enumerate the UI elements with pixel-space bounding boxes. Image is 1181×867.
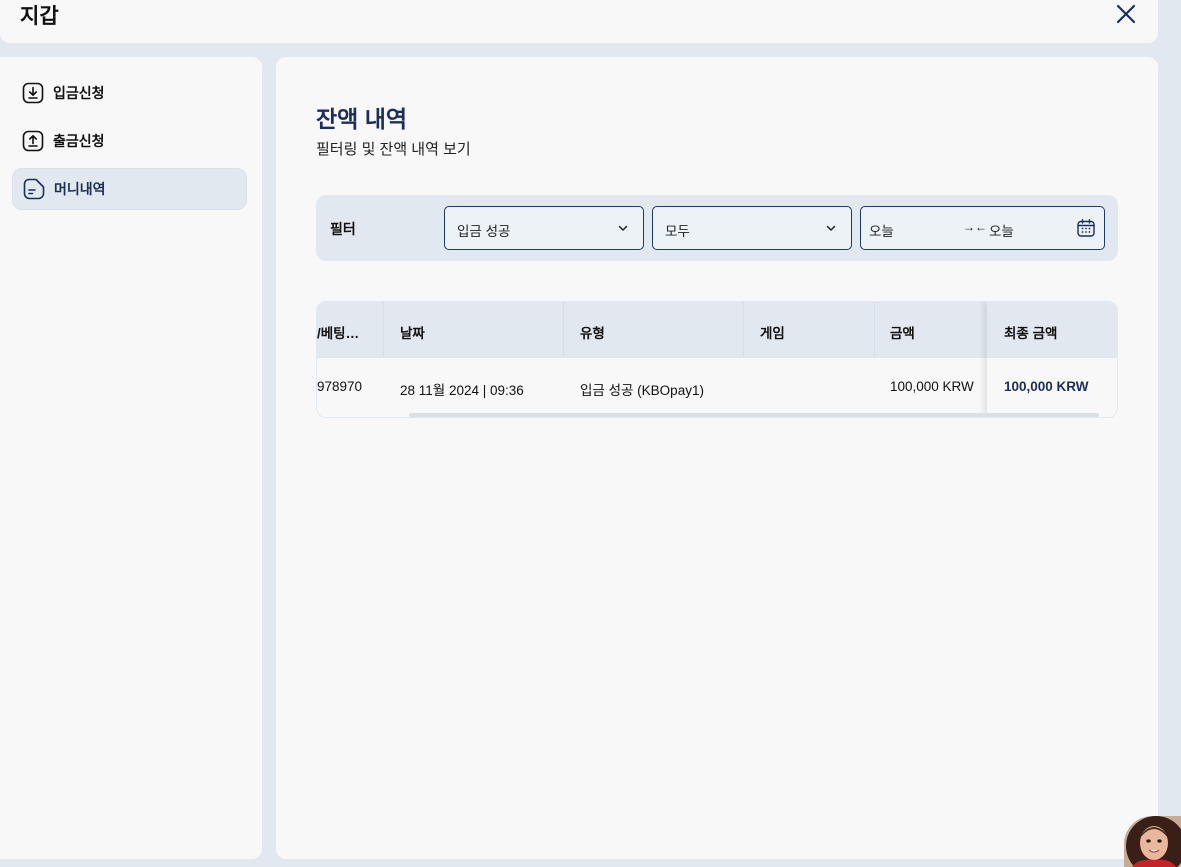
sidebar-item-label: 머니내역	[54, 181, 106, 197]
sidebar-item-label: 출금신청	[53, 133, 105, 149]
main-panel: 잔액 내역 필터링 및 잔액 내역 보기 필터 입금 성공 모두 오늘 →← 오…	[276, 57, 1158, 859]
final-amount-column: 최종 금액 100,000 KRW	[987, 302, 1117, 417]
title-bar: 지갑	[0, 0, 1158, 43]
table-cell-type: 입금 성공 (KBOpay1)	[580, 383, 704, 398]
calendar-icon[interactable]	[1076, 218, 1096, 238]
upload-icon	[22, 130, 44, 152]
table-cell-amount: 100,000 KRW	[890, 379, 974, 394]
column-header-game[interactable]: 게임	[760, 322, 785, 342]
column-separator	[563, 302, 564, 358]
filter-bar: 필터 입금 성공 모두 오늘 →← 오늘	[316, 195, 1118, 261]
game-select[interactable]: 모두	[652, 206, 852, 250]
sidebar: 입금신청 출금신청 머니내역	[0, 57, 262, 859]
date-to: 오늘	[989, 224, 1014, 239]
game-select-value: 모두	[665, 224, 690, 239]
table-header: 최종 금액	[987, 302, 1117, 358]
sidebar-item-deposit[interactable]: 입금신청	[12, 72, 247, 114]
date-from: 오늘	[869, 224, 894, 239]
date-range-picker[interactable]: 오늘 →← 오늘	[860, 206, 1105, 250]
horizontal-scrollbar[interactable]	[409, 413, 1099, 417]
balance-table: /베팅… 날짜 유형 게임 금액 978970 28 11월 2024 | 09…	[316, 301, 1118, 418]
column-header-amount[interactable]: 금액	[890, 322, 915, 342]
type-select-value: 입금 성공	[457, 224, 511, 239]
column-separator	[874, 302, 875, 358]
column-header-date[interactable]: 날짜	[400, 322, 425, 342]
table-cell-id: 978970	[317, 379, 363, 394]
close-button[interactable]	[1114, 2, 1138, 26]
window-title: 지갑	[20, 5, 59, 28]
chevron-down-icon	[826, 225, 836, 231]
filter-label: 필터	[330, 221, 356, 237]
sidebar-item-label: 입금신청	[53, 85, 105, 101]
column-separator	[743, 302, 744, 358]
range-arrows-icon: →←	[963, 220, 987, 234]
table-row: 100,000 KRW	[987, 358, 1117, 417]
chevron-down-icon	[618, 225, 628, 231]
column-header-type[interactable]: 유형	[580, 322, 605, 342]
column-header-id[interactable]: /베팅…	[317, 322, 359, 342]
page-title: 잔액 내역	[316, 106, 408, 132]
column-header-final-amount[interactable]: 최종 금액	[1004, 322, 1057, 342]
document-icon	[23, 178, 45, 200]
column-separator	[383, 302, 384, 358]
close-icon	[1116, 4, 1136, 24]
page-subtitle: 필터링 및 잔액 내역 보기	[316, 141, 471, 158]
sidebar-item-withdraw[interactable]: 출금신청	[12, 120, 247, 162]
type-select[interactable]: 입금 성공	[444, 206, 644, 250]
sidebar-item-money-history[interactable]: 머니내역	[12, 168, 247, 210]
download-icon	[22, 82, 44, 104]
table-cell-final-amount: 100,000 KRW	[1004, 379, 1089, 394]
table-cell-date: 28 11월 2024 | 09:36	[400, 383, 524, 398]
avatar[interactable]	[1124, 816, 1181, 867]
